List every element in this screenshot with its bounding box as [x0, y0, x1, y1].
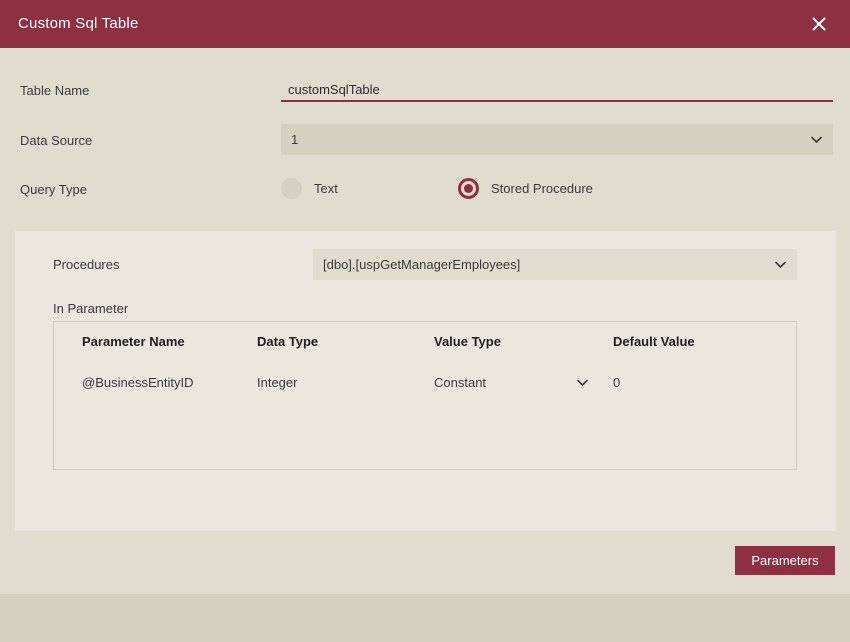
- column-header-parameter-name: Parameter Name: [82, 334, 185, 349]
- procedures-value: [dbo].[uspGetManagerEmployees]: [323, 249, 520, 280]
- table-name-label: Table Name: [20, 83, 89, 98]
- dialog-titlebar: Custom Sql Table: [0, 0, 850, 48]
- in-parameter-table: Parameter Name Data Type Value Type Defa…: [53, 321, 797, 470]
- cell-data-type: Integer: [257, 370, 297, 396]
- procedures-label: Procedures: [53, 257, 119, 272]
- parameters-button[interactable]: Parameters: [735, 546, 835, 575]
- radio-unselected-icon: [281, 178, 302, 199]
- cell-parameter-name: @BusinessEntityID: [82, 370, 193, 396]
- chevron-down-icon: [577, 379, 588, 387]
- cell-value-type-value: Constant: [434, 370, 486, 396]
- data-source-select[interactable]: 1: [281, 124, 833, 155]
- chevron-down-icon: [811, 136, 822, 144]
- cell-value-type-select[interactable]: Constant: [434, 370, 594, 396]
- close-icon[interactable]: [806, 11, 832, 37]
- data-source-label: Data Source: [20, 133, 92, 148]
- radio-selected-icon: [458, 178, 479, 199]
- query-type-option-text-label: Text: [314, 178, 338, 199]
- table-name-input[interactable]: [281, 80, 833, 102]
- table-row: @BusinessEntityID Integer Constant 0: [54, 370, 796, 396]
- table-header-row: Parameter Name Data Type Value Type Defa…: [54, 334, 796, 356]
- in-parameter-label: In Parameter: [53, 301, 128, 316]
- custom-sql-table-dialog: Custom Sql Table Table Name Data Source …: [0, 0, 850, 642]
- stored-procedure-panel: Procedures [dbo].[uspGetManagerEmployees…: [15, 231, 836, 531]
- column-header-data-type: Data Type: [257, 334, 318, 349]
- query-type-label: Query Type: [20, 182, 87, 197]
- dialog-title: Custom Sql Table: [18, 0, 138, 48]
- column-header-value-type: Value Type: [434, 334, 501, 349]
- procedures-select[interactable]: [dbo].[uspGetManagerEmployees]: [313, 249, 797, 280]
- cell-default-value[interactable]: 0: [613, 370, 620, 396]
- dialog-footer: OK Cancel: [0, 594, 850, 642]
- column-header-default-value: Default Value: [613, 334, 695, 349]
- query-type-option-stored-procedure-label: Stored Procedure: [491, 178, 593, 199]
- data-source-value: 1: [291, 124, 298, 155]
- chevron-down-icon: [775, 261, 786, 269]
